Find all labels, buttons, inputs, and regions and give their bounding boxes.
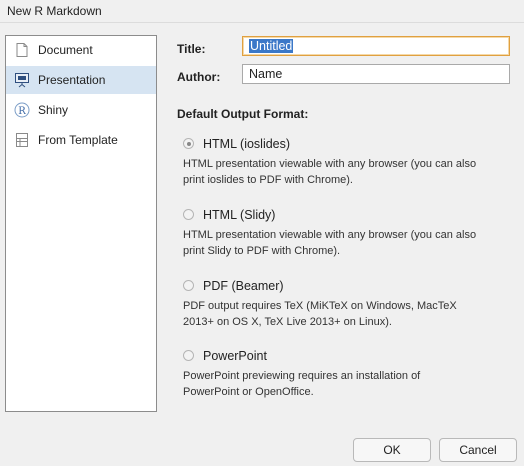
option-label-html-ioslides[interactable]: HTML (ioslides) bbox=[203, 137, 290, 151]
desc-line: HTML presentation viewable with any brow… bbox=[183, 229, 477, 241]
window-title: New R Markdown bbox=[7, 4, 102, 18]
sidebar-item-label: Document bbox=[38, 43, 93, 57]
document-icon bbox=[14, 42, 30, 58]
option-desc-html-slidy: HTML presentation viewable with any brow… bbox=[183, 227, 513, 259]
title-label: Title: bbox=[177, 42, 206, 56]
sidebar-item-shiny[interactable]: R Shiny bbox=[6, 96, 156, 124]
author-label: Author: bbox=[177, 70, 221, 84]
sidebar-item-from-template[interactable]: From Template bbox=[6, 126, 156, 154]
option-desc-pdf-beamer: PDF output requires TeX (MiKTeX on Windo… bbox=[183, 298, 513, 330]
option-desc-html-ioslides: HTML presentation viewable with any brow… bbox=[183, 156, 513, 188]
desc-line: print Slidy to PDF with Chrome). bbox=[183, 245, 341, 257]
svg-text:R: R bbox=[18, 106, 26, 117]
presentation-icon bbox=[14, 72, 30, 88]
ok-button[interactable]: OK bbox=[353, 438, 431, 462]
sidebar-item-label: From Template bbox=[38, 133, 118, 147]
template-type-list: Document Presentation R Shiny From Templ… bbox=[5, 35, 157, 412]
output-format-heading: Default Output Format: bbox=[177, 107, 309, 121]
option-label-pdf-beamer[interactable]: PDF (Beamer) bbox=[203, 279, 284, 293]
radio-html-ioslides[interactable] bbox=[183, 138, 194, 149]
cancel-button[interactable]: Cancel bbox=[439, 438, 517, 462]
sidebar-item-label: Presentation bbox=[38, 73, 106, 87]
author-input-value: Name bbox=[249, 67, 283, 81]
desc-line: HTML presentation viewable with any brow… bbox=[183, 158, 477, 170]
radio-powerpoint[interactable] bbox=[183, 350, 194, 361]
author-input[interactable]: Name bbox=[242, 64, 510, 84]
sidebar-item-label: Shiny bbox=[38, 103, 69, 117]
title-input[interactable]: Untitled bbox=[242, 36, 510, 56]
desc-line: PDF output requires TeX (MiKTeX on Windo… bbox=[183, 300, 457, 312]
title-input-value: Untitled bbox=[249, 39, 294, 53]
desc-line: PowerPoint or OpenOffice. bbox=[183, 386, 314, 398]
desc-line: 2013+ on OS X, TeX Live 2013+ on Linux). bbox=[183, 316, 392, 328]
sidebar-item-presentation[interactable]: Presentation bbox=[6, 66, 156, 94]
desc-line: print ioslides to PDF with Chrome). bbox=[183, 174, 353, 186]
radio-pdf-beamer[interactable] bbox=[183, 280, 194, 291]
option-label-powerpoint[interactable]: PowerPoint bbox=[203, 349, 267, 363]
shiny-icon: R bbox=[14, 102, 30, 118]
option-label-html-slidy[interactable]: HTML (Slidy) bbox=[203, 208, 275, 222]
radio-html-slidy[interactable] bbox=[183, 209, 194, 220]
template-icon bbox=[14, 132, 30, 148]
desc-line: PowerPoint previewing requires an instal… bbox=[183, 370, 421, 382]
sidebar-item-document[interactable]: Document bbox=[6, 36, 156, 64]
title-bar: New R Markdown bbox=[0, 0, 524, 23]
option-desc-powerpoint: PowerPoint previewing requires an instal… bbox=[183, 368, 513, 400]
